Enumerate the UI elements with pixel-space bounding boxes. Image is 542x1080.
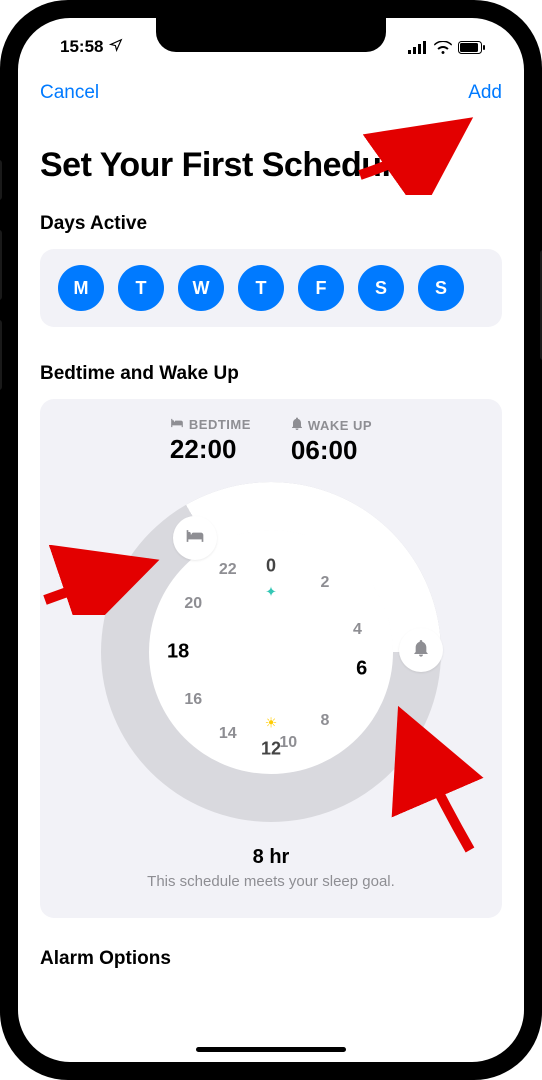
clock-hour-18: 18 (167, 641, 189, 664)
clock-hour-0: 0 (266, 555, 276, 576)
wakeup-handle[interactable] (399, 628, 443, 672)
alarm-options-title: Alarm Options (40, 948, 502, 970)
bedtime-card: BEDTIME 22:00 WAKE UP 06:00 (40, 399, 502, 918)
page-title: Set Your First Schedule (40, 146, 502, 185)
day-chip-wed[interactable]: W (178, 265, 224, 311)
side-button-silent (0, 160, 2, 200)
day-chip-mon[interactable]: M (58, 265, 104, 311)
wakeup-value: 06:00 (291, 435, 372, 466)
bell-icon (291, 417, 303, 433)
battery-icon (458, 41, 486, 54)
days-active-title: Days Active (40, 213, 502, 235)
sleep-summary: 8 hr This schedule meets your sleep goal… (58, 846, 484, 890)
clock-hour-22: 22 (219, 561, 237, 579)
sleep-dial[interactable]: 0 2 4 6 8 10 12 14 16 18 20 22 ✦ ☀ (101, 482, 441, 822)
clock-hour-4: 4 (353, 621, 362, 639)
day-chip-fri[interactable]: F (298, 265, 344, 311)
side-button-volume-up (0, 230, 2, 300)
sleep-goal-note: This schedule meets your sleep goal. (58, 873, 484, 890)
cellular-icon (408, 41, 428, 54)
clock-hour-6: 6 (356, 658, 367, 681)
day-chip-thu[interactable]: T (238, 265, 284, 311)
clock-hour-20: 20 (184, 595, 202, 613)
bedtime-value: 22:00 (170, 434, 251, 465)
bedtime-label: BEDTIME (170, 417, 251, 432)
clock-hour-10: 10 (279, 734, 297, 752)
clock-hour-12: 12 (261, 739, 281, 760)
clock-hour-14: 14 (219, 725, 237, 743)
side-button-volume-down (0, 320, 2, 390)
location-icon (109, 37, 123, 57)
sparkle-icon: ✦ (265, 583, 277, 600)
home-indicator[interactable] (196, 1047, 346, 1052)
bed-icon (170, 417, 184, 432)
add-button[interactable]: Add (468, 82, 502, 104)
sleep-duration: 8 hr (58, 846, 484, 869)
day-chip-tue[interactable]: T (118, 265, 164, 311)
days-active-card: M T W T F S S (40, 249, 502, 327)
notch (156, 18, 386, 52)
nav-bar: Cancel Add (18, 66, 524, 114)
clock-hour-2: 2 (321, 574, 330, 592)
day-chip-sun[interactable]: S (418, 265, 464, 311)
cancel-button[interactable]: Cancel (40, 82, 99, 104)
clock-hour-8: 8 (321, 712, 330, 730)
phone-screen: 15:58 Cancel Add S (18, 18, 524, 1062)
wifi-icon (434, 41, 452, 54)
sun-icon: ☀ (265, 715, 278, 732)
day-chip-sat[interactable]: S (358, 265, 404, 311)
bedtime-section-title: Bedtime and Wake Up (40, 363, 502, 385)
wakeup-label: WAKE UP (291, 417, 372, 433)
phone-frame: 15:58 Cancel Add S (0, 0, 542, 1080)
bed-icon (185, 528, 205, 549)
bedtime-handle[interactable] (173, 516, 217, 560)
clock-face: 0 2 4 6 8 10 12 14 16 18 20 22 ✦ ☀ (163, 544, 379, 760)
status-time: 15:58 (60, 37, 103, 57)
clock-hour-16: 16 (184, 691, 202, 709)
bell-icon (413, 639, 429, 662)
